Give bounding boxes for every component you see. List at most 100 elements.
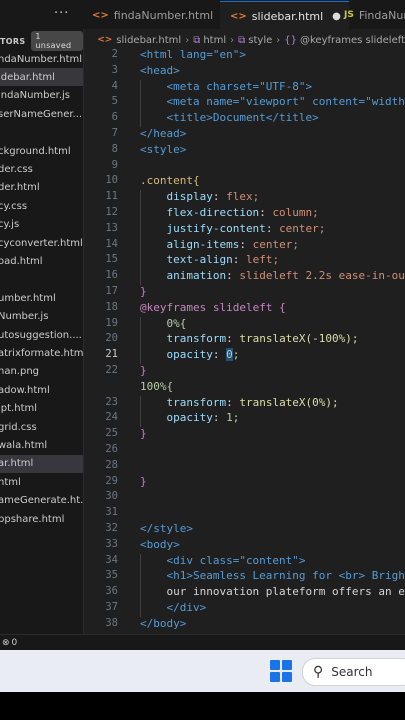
- explorer-file-item[interactable]: ameGenerate.ht...: [0, 492, 83, 510]
- code-line[interactable]: 13 justify-content: center;: [84, 221, 405, 238]
- breadcrumb-style[interactable]: style: [248, 35, 272, 46]
- breadcrumb-file[interactable]: slidebar.html: [116, 35, 181, 46]
- code-line[interactable]: 29}: [84, 475, 405, 491]
- code-line[interactable]: 8 <style>: [84, 143, 405, 159]
- explorer-file-item[interactable]: [0, 124, 83, 142]
- code-text: .content{: [140, 174, 200, 188]
- problems-icon[interactable]: ⊗: [2, 638, 10, 648]
- unsaved-dot-icon[interactable]: ●: [332, 11, 341, 22]
- more-actions-icon[interactable]: ···: [54, 6, 69, 21]
- taskbar-search-box[interactable]: ⚲ Search: [302, 658, 405, 686]
- explorer-file-item[interactable]: cy.js: [0, 216, 83, 234]
- windows-start-icon[interactable]: [270, 660, 292, 682]
- tab-findanum-js[interactable]: JS FindaNum: [344, 1, 405, 29]
- code-line[interactable]: 37 </div>: [84, 601, 405, 617]
- code-line[interactable]: 24 opacity: 1;: [84, 411, 405, 428]
- code-line[interactable]: 34 <div class="content">: [84, 553, 405, 570]
- code-line[interactable]: 3 <head>: [84, 64, 405, 80]
- line-number: 16: [105, 269, 118, 282]
- line-number: 5: [111, 95, 118, 108]
- line-number: 25: [105, 427, 118, 440]
- code-text: }: [140, 364, 147, 377]
- code-line[interactable]: 26: [84, 443, 405, 459]
- breadcrumb-html[interactable]: html: [203, 35, 226, 46]
- explorer-file-item[interactable]: idebar.html: [0, 68, 83, 87]
- file-name: ameGenerate.ht...: [0, 495, 83, 507]
- code-line[interactable]: 100%{: [84, 380, 405, 396]
- explorer-file-item[interactable]: nan.png: [0, 363, 83, 381]
- explorer-file-item[interactable]: wala.html: [0, 436, 83, 454]
- line-number: 33: [105, 537, 118, 550]
- code-line[interactable]: 38 </body>: [84, 617, 405, 633]
- html-icon: <>: [97, 35, 113, 45]
- breadcrumb-keyframes[interactable]: @keyframes slideleft: [300, 35, 405, 46]
- code-line[interactable]: 17}: [84, 285, 405, 301]
- video-letterbox: [0, 692, 405, 720]
- code-line[interactable]: 2 <html lang="en">: [84, 48, 405, 64]
- explorer-file-item[interactable]: ppshare.html: [0, 510, 83, 528]
- code-line[interactable]: 31: [84, 506, 405, 522]
- explorer-file-item[interactable]: oad.html: [0, 252, 83, 270]
- code-line[interactable]: 36 our innovation plateform offers an ef: [84, 585, 405, 602]
- code-line[interactable]: 18 @keyframes slideleft {: [84, 301, 405, 317]
- code-text: align-items: center;: [166, 237, 299, 251]
- code-text: <title>Document</title>: [166, 111, 319, 125]
- tab-slidebar-html[interactable]: <> slidebar.html ●: [220, 1, 349, 30]
- code-line[interactable]: 35 <h1>Seamless Learning for <br> Brighte: [84, 569, 405, 586]
- line-number: 4: [111, 79, 118, 92]
- explorer-file-item[interactable]: indaNumber.js: [0, 87, 83, 105]
- explorer-file-item[interactable]: der.html: [0, 179, 83, 197]
- code-line[interactable]: 23 transform: translateX(0%);: [84, 395, 405, 412]
- line-number: 6: [111, 111, 118, 124]
- code-line[interactable]: 32 </style>: [84, 522, 405, 538]
- file-name: cy.js: [0, 219, 20, 231]
- explorer-sidebar: TORS 1 unsaved ndaNumber.html idebar.html…: [0, 29, 84, 634]
- code-line[interactable]: 33 <body>: [84, 538, 405, 554]
- code-line[interactable]: 7 </head>: [84, 127, 405, 143]
- explorer-file-item[interactable]: [0, 271, 83, 289]
- explorer-file-item[interactable]: ndaNumber.html: [0, 50, 83, 68]
- code-line[interactable]: 5 <meta name="viewport" content="width=d: [84, 95, 405, 112]
- code-line[interactable]: 28: [84, 459, 405, 475]
- code-line[interactable]: 6 <title>Document</title>: [84, 111, 405, 128]
- code-line[interactable]: 12 flex-direction: column;: [84, 206, 405, 222]
- line-number: 9: [111, 158, 118, 171]
- explorer-file-item[interactable]: serNameGener...: [0, 105, 83, 123]
- code-text: animation: slideleft 2.2s ease-in-out: [166, 269, 405, 283]
- explorer-file-item[interactable]: cyconverter.html: [0, 234, 83, 252]
- error-count[interactable]: 0: [12, 638, 18, 648]
- code-line[interactable]: 22}: [84, 364, 405, 380]
- js-icon: JS: [344, 10, 354, 20]
- explorer-file-item[interactable]: ipt.html: [0, 400, 83, 418]
- code-line[interactable]: 11 display: flex;: [84, 190, 405, 207]
- explorer-file-item[interactable]: Number.js: [0, 308, 83, 326]
- code-text: our innovation plateform offers an ef: [166, 585, 405, 599]
- code-line[interactable]: 10 .content{: [84, 174, 405, 190]
- explorer-file-item[interactable]: umber.html: [0, 289, 83, 307]
- line-number: 17: [105, 285, 118, 297]
- explorer-file-item[interactable]: atrixformate.html: [0, 344, 83, 362]
- explorer-file-item[interactable]: cy.css: [0, 197, 83, 215]
- explorer-file-item[interactable]: html: [0, 473, 83, 491]
- explorer-file-item[interactable]: der.css: [0, 160, 83, 178]
- code-line[interactable]: 19 0%{: [84, 316, 405, 333]
- code-text: <head>: [140, 63, 180, 77]
- code-line[interactable]: 21 opacity: 0;: [84, 348, 405, 365]
- code-line[interactable]: 15 text-align: left;: [84, 253, 405, 270]
- tab-label: findaNumber.html: [113, 8, 214, 22]
- explorer-file-item[interactable]: utosuggestion....: [0, 326, 83, 344]
- tab-findanumber-html[interactable]: <> findaNumber.html: [92, 1, 213, 29]
- code-line[interactable]: 14 align-items: center;: [84, 237, 405, 254]
- explorer-file-item[interactable]: grid.css: [0, 418, 83, 436]
- line-number: 3: [111, 63, 118, 76]
- explorer-file-item[interactable]: ar.html: [0, 454, 83, 473]
- code-line[interactable]: 30: [84, 490, 405, 506]
- code-line[interactable]: 9: [84, 159, 405, 175]
- code-line[interactable]: 20 transform: translateX(-100%);: [84, 332, 405, 349]
- code-line[interactable]: 4 <meta charset="UTF-8">: [84, 79, 405, 96]
- explorer-file-item[interactable]: ckground.html: [0, 142, 83, 160]
- code-line[interactable]: 25}: [84, 427, 405, 443]
- line-number: 32: [105, 522, 118, 534]
- explorer-file-item[interactable]: adow.html: [0, 381, 83, 399]
- code-line[interactable]: 16 animation: slideleft 2.2s ease-in-out: [84, 269, 405, 286]
